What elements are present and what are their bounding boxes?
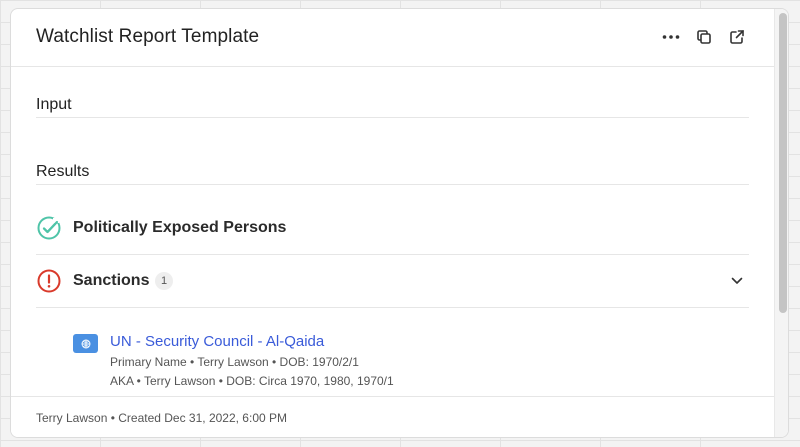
open-external-icon xyxy=(730,30,744,44)
sanctions-count-badge: 1 xyxy=(155,272,173,290)
card-footer: Terry Lawson • Created Dec 31, 2022, 6:0… xyxy=(11,396,774,437)
alert-circle-icon xyxy=(37,269,61,293)
sanctions-hit-link[interactable]: UN - Security Council - Al-Qaida xyxy=(110,333,324,350)
input-section-label: Input xyxy=(36,96,72,113)
card-title: Watchlist Report Template xyxy=(36,26,260,47)
results-divider xyxy=(36,184,749,185)
sanctions-hit-aka: AKA • Terry Lawson • DOB: Circa 1970, 19… xyxy=(110,374,394,388)
sanctions-row-title: Sanctions xyxy=(73,272,150,289)
un-flag-icon xyxy=(73,334,98,353)
check-circle-icon xyxy=(37,216,61,240)
copy-icon xyxy=(697,30,711,44)
chevron-down-icon xyxy=(731,277,743,284)
copy-button[interactable] xyxy=(693,26,715,48)
sanctions-expand-toggle[interactable] xyxy=(727,271,747,291)
pep-row-title: Politically Exposed Persons xyxy=(73,219,287,236)
card-header: Watchlist Report Template xyxy=(11,9,774,67)
pep-divider xyxy=(36,254,749,255)
report-card: Watchlist Report Template Input Results xyxy=(10,8,789,438)
open-external-button[interactable] xyxy=(726,26,748,48)
scrollbar-thumb[interactable] xyxy=(779,13,787,313)
scrollbar[interactable] xyxy=(774,9,788,437)
created-info: Terry Lawson • Created Dec 31, 2022, 6:0… xyxy=(36,411,287,425)
results-section-label: Results xyxy=(36,163,90,180)
input-divider xyxy=(36,117,749,118)
more-options-button[interactable] xyxy=(660,26,682,48)
sanctions-hit-primary: Primary Name • Terry Lawson • DOB: 1970/… xyxy=(110,355,359,369)
sanctions-divider xyxy=(36,307,749,308)
more-horizontal-icon xyxy=(662,35,680,39)
